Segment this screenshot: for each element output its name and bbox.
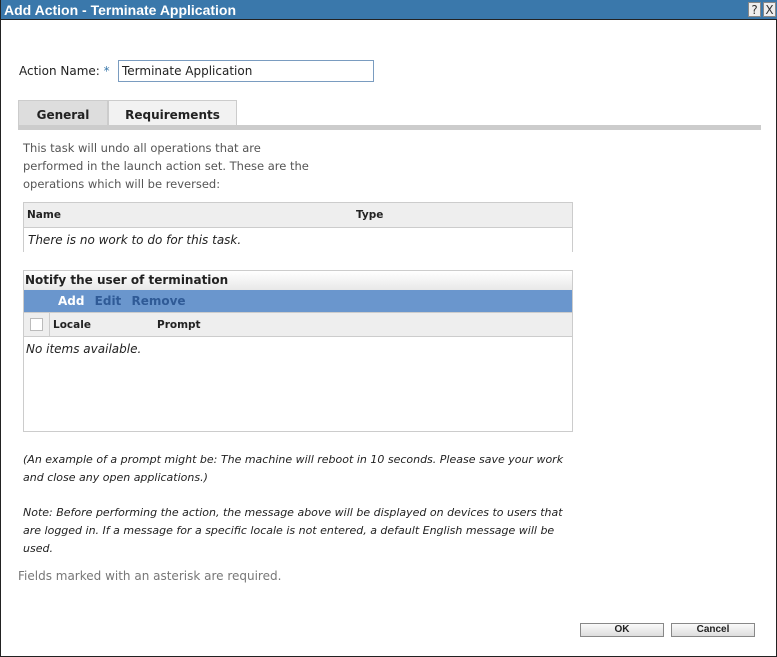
close-icon[interactable]: X — [763, 2, 776, 17]
notify-toolbar: Add Edit Remove — [24, 290, 572, 312]
required-note: Fields marked with an asterisk are requi… — [18, 569, 282, 583]
cancel-button[interactable]: Cancel — [671, 623, 755, 637]
note-text: Note: Before performing the action, the … — [23, 506, 563, 555]
column-type[interactable]: Type — [356, 203, 383, 228]
select-all-checkbox[interactable] — [30, 318, 43, 331]
column-locale[interactable]: Locale — [53, 313, 91, 338]
tab-bar: General Requirements — [18, 100, 761, 130]
notify-panel: Notify the user of termination Add Edit … — [23, 270, 573, 432]
operations-table: Name Type There is no work to do for thi… — [23, 202, 573, 252]
tab-divider — [18, 125, 761, 130]
table-header: Locale Prompt — [24, 312, 572, 337]
column-divider — [49, 313, 50, 337]
column-name[interactable]: Name — [27, 203, 61, 228]
dialog: Add Action - Terminate Application ? X A… — [0, 0, 777, 657]
empty-message: No items available. — [26, 342, 142, 356]
dialog-title: Add Action - Terminate Application — [4, 2, 237, 18]
tab-requirements[interactable]: Requirements — [108, 100, 237, 126]
column-prompt[interactable]: Prompt — [157, 313, 201, 338]
action-name-label: Action Name: * — [19, 64, 110, 78]
add-button[interactable]: Add — [58, 294, 84, 308]
title-bar: Add Action - Terminate Application — [1, 0, 777, 20]
table-header: Name Type — [24, 203, 572, 228]
empty-message: There is no work to do for this task. — [28, 233, 242, 247]
description: This task will undo all operations that … — [23, 141, 309, 191]
tab-general[interactable]: General — [18, 100, 108, 126]
action-name-input[interactable]: Terminate Application — [118, 60, 374, 82]
remove-button[interactable]: Remove — [131, 294, 185, 308]
edit-button[interactable]: Edit — [95, 294, 122, 308]
example-text: (An example of a prompt might be: The ma… — [23, 453, 564, 484]
required-mark: * — [103, 64, 110, 78]
help-icon[interactable]: ? — [748, 2, 761, 17]
notify-title: Notify the user of termination — [24, 271, 572, 290]
ok-button[interactable]: OK — [580, 623, 664, 637]
